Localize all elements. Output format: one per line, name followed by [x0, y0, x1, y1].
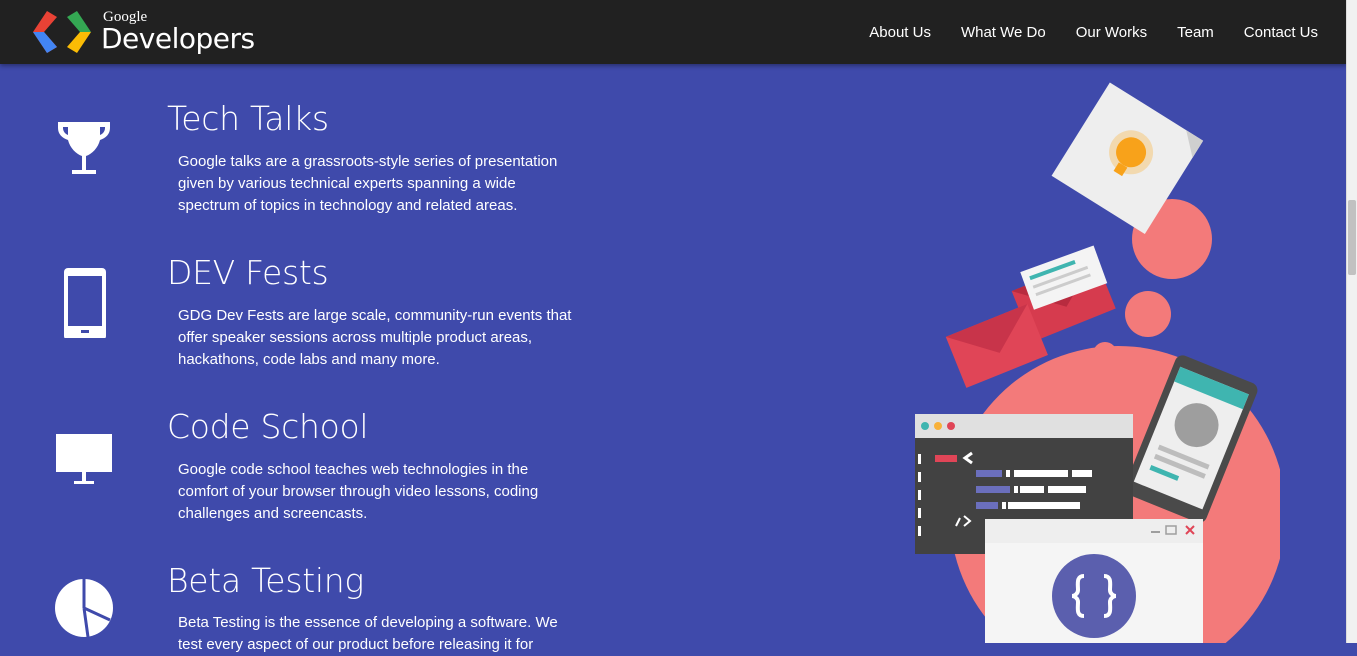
tablet-icon: [64, 268, 106, 338]
google-developers-logo-icon[interactable]: [33, 9, 91, 55]
developer-illustration: [915, 82, 1280, 643]
browser-window-braces: [985, 519, 1203, 643]
feature-description: Google talks are a grassroots-style seri…: [178, 153, 558, 214]
top-navbar: Google Developers About Us What We Do Ou…: [0, 0, 1347, 64]
pie-chart-icon: [55, 579, 113, 638]
monitor-icon: [56, 434, 112, 484]
feature-title: Beta Testing: [167, 561, 364, 600]
feature-title: DEV Fests: [167, 253, 329, 292]
logo-developers-text[interactable]: Developers: [101, 22, 255, 56]
feature-title: Code School: [167, 407, 369, 446]
feature-title: Tech Talks: [167, 99, 329, 138]
page-scrollbar[interactable]: [1346, 0, 1357, 643]
feature-description: GDG Dev Fests are large scale, community…: [178, 307, 572, 368]
feature-description: Google code school teaches web technolog…: [178, 461, 539, 522]
trophy-icon: [58, 122, 110, 174]
nav-about-us[interactable]: About Us: [854, 24, 946, 41]
nav-what-we-do[interactable]: What We Do: [946, 24, 1061, 41]
main-nav: About Us What We Do Our Works Team Conta…: [854, 0, 1333, 64]
scrollbar-thumb[interactable]: [1348, 200, 1356, 275]
coral-bubble-small: [1093, 342, 1117, 366]
coral-bubble-medium: [1125, 291, 1171, 337]
nav-team[interactable]: Team: [1162, 24, 1229, 41]
nav-our-works[interactable]: Our Works: [1061, 24, 1162, 41]
nav-contact-us[interactable]: Contact Us: [1229, 24, 1333, 41]
feature-description: Beta Testing is the essence of developin…: [178, 614, 558, 653]
